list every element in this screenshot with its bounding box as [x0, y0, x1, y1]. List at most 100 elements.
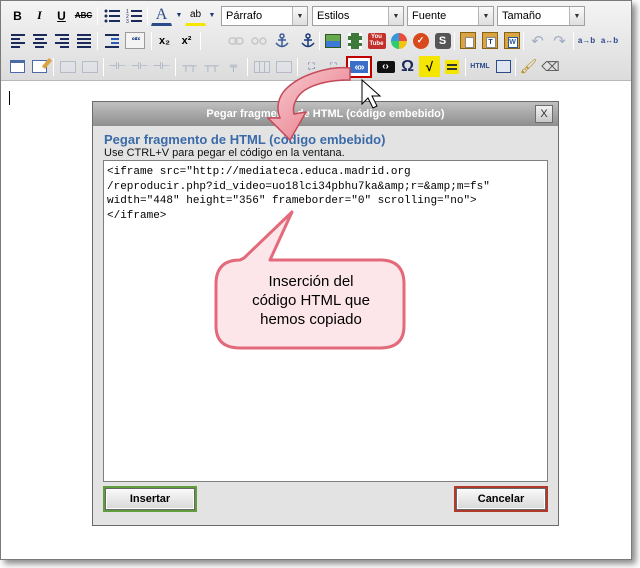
size-select[interactable]: Tamaño ▼ — [497, 6, 585, 26]
paste-word-button[interactable]: W — [501, 30, 522, 51]
table-props-button[interactable] — [251, 56, 272, 77]
chevron-down-icon: ▼ — [208, 12, 216, 19]
justify-button[interactable] — [73, 30, 94, 51]
formula-button[interactable]: √ — [419, 56, 440, 77]
anchor-button[interactable] — [271, 30, 292, 51]
bold-button[interactable]: B — [7, 5, 28, 26]
blockquote-icon: ““ — [125, 32, 145, 49]
superscript-button[interactable]: x² — [176, 30, 197, 51]
cleanup-button[interactable]: 🖌 — [518, 56, 539, 77]
preview-button[interactable] — [493, 56, 514, 77]
table-delete-button[interactable]: ╤ — [223, 56, 244, 77]
find-replace-icon: a↔b — [600, 36, 619, 45]
italic-button[interactable]: I — [29, 5, 50, 26]
table-row-after-button[interactable] — [79, 56, 100, 77]
separator — [465, 58, 466, 76]
align-right-button[interactable] — [51, 30, 72, 51]
close-button[interactable]: X — [535, 105, 553, 123]
separator — [454, 32, 455, 50]
replace-button[interactable]: a↔b — [599, 30, 620, 51]
undo-button[interactable]: ↶ — [527, 30, 548, 51]
table-col-button-3[interactable]: ⊣⊢ — [151, 56, 172, 77]
edit-button[interactable] — [29, 56, 53, 77]
spellcheck-icon: ✓ — [412, 32, 429, 49]
underline-icon: U — [57, 8, 66, 23]
table-col-button-2[interactable]: ⊣⊢ — [129, 56, 150, 77]
redo-icon: ↷ — [553, 32, 566, 50]
table-cell-icon — [275, 60, 292, 73]
spellcheck-button[interactable]: ✓ — [410, 30, 431, 51]
unlink-button[interactable] — [248, 30, 269, 51]
font-color-dropdown[interactable]: ▼ — [173, 5, 185, 26]
subscript-button[interactable]: x₂ — [154, 30, 175, 51]
paste-button[interactable] — [457, 30, 478, 51]
justify-icon — [76, 33, 91, 48]
highlight-button[interactable]: ab — [185, 5, 206, 26]
blockquote-glyph: ““ — [131, 34, 141, 47]
dialog-titlebar[interactable]: Pegar fragmento de HTML (código embebido… — [93, 102, 558, 126]
show-blocks-button[interactable] — [7, 56, 28, 77]
strikethrough-button[interactable]: ABC — [73, 5, 94, 26]
embed-html-button[interactable]: «» — [346, 56, 372, 78]
anchor-button-2[interactable] — [297, 30, 318, 51]
eraser-button[interactable]: ⌫ — [540, 56, 561, 77]
dialog-title: Pegar fragmento de HTML (código embebido… — [206, 108, 445, 120]
video-button[interactable] — [344, 30, 365, 51]
bullet-list-icon — [104, 9, 120, 22]
special-char-button[interactable]: Ω — [397, 56, 418, 77]
paste-word-icon: W — [503, 32, 520, 49]
iframe-button[interactable]: ⛶ — [301, 56, 322, 77]
dialog-heading: Pegar fragmento de HTML (código embebido… — [104, 132, 386, 147]
separator — [97, 32, 98, 50]
bullet-list-button[interactable] — [101, 5, 122, 26]
embed-flash-icon: ‹› — [376, 60, 395, 73]
size-select-value: Tamaño — [502, 10, 542, 22]
link-button[interactable] — [225, 30, 246, 51]
horizontal-rule-button[interactable] — [441, 56, 462, 77]
table-merge-button[interactable]: ┬┬ — [179, 56, 200, 77]
chevron-down-icon: ▼ — [388, 7, 403, 25]
styles-select[interactable]: Estilos ▼ — [312, 6, 404, 26]
skype-button[interactable]: S — [432, 30, 453, 51]
italic-icon: I — [37, 8, 42, 22]
separator — [53, 58, 54, 76]
frame-button[interactable]: ⛶ — [323, 56, 344, 77]
source-html-button[interactable]: HTML — [468, 56, 492, 77]
strikethrough-icon: ABC — [74, 11, 93, 20]
youtube-label: You Tube — [369, 33, 384, 47]
embed-flash-button[interactable]: ‹› — [375, 56, 396, 77]
table-row-icon — [81, 60, 98, 73]
paste-text-button[interactable]: T — [479, 30, 500, 51]
table-split-button[interactable]: ┬┬ — [201, 56, 222, 77]
font-select[interactable]: Fuente ▼ — [407, 6, 494, 26]
font-color-button[interactable]: A — [151, 5, 172, 26]
align-left-button[interactable] — [7, 30, 28, 51]
image-button[interactable] — [322, 30, 343, 51]
table-row-before-button[interactable] — [57, 56, 78, 77]
separator — [151, 32, 152, 50]
link-icon — [227, 36, 244, 45]
separator — [247, 58, 248, 76]
outdent-button[interactable] — [101, 30, 122, 51]
table-cell-button[interactable] — [273, 56, 294, 77]
anchor-icon — [300, 32, 315, 47]
separator — [175, 58, 176, 76]
redo-button[interactable]: ↷ — [549, 30, 570, 51]
media-button[interactable] — [388, 30, 409, 51]
dialog-instructions: Use CTRL+V para pegar el código en la ve… — [104, 147, 345, 159]
youtube-button[interactable]: You Tube — [366, 30, 387, 51]
cancel-button[interactable]: Cancelar — [454, 486, 548, 512]
format-select[interactable]: Párrafo ▼ — [221, 6, 308, 26]
outdent-icon — [104, 33, 119, 48]
underline-button[interactable]: U — [51, 5, 72, 26]
chevron-down-icon: ▼ — [478, 7, 493, 25]
omega-icon: Ω — [401, 57, 414, 75]
highlight-dropdown[interactable]: ▼ — [206, 5, 218, 26]
blockquote-button[interactable]: ““ — [123, 30, 147, 51]
align-center-button[interactable] — [29, 30, 50, 51]
sqrt-icon: √ — [425, 59, 434, 74]
numbered-list-button[interactable]: 123 — [123, 5, 144, 26]
table-col-button[interactable]: ⊣⊢ — [107, 56, 128, 77]
find-button[interactable]: a→b — [576, 30, 597, 51]
insert-button[interactable]: Insertar — [103, 486, 197, 512]
